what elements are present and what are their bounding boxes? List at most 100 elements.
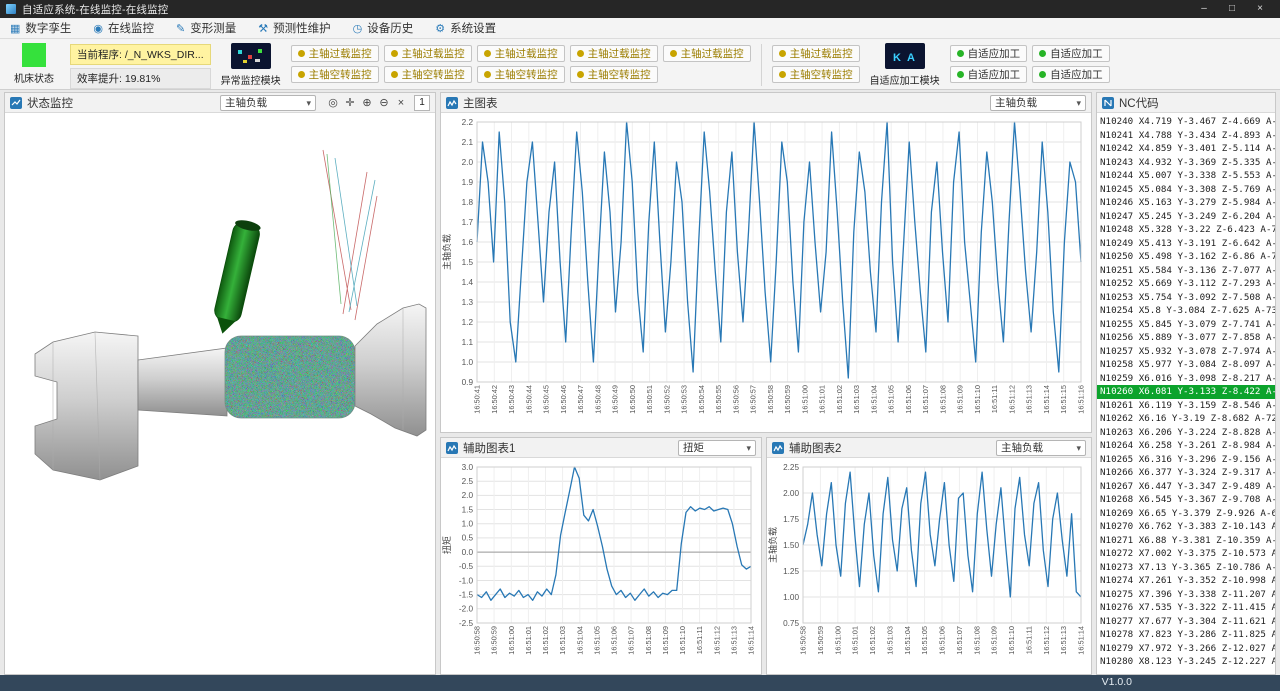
spindle-idle-monitor-button[interactable]: 主轴空转监控 [477,66,565,83]
spindle-idle-monitor-button[interactable]: 主轴空转监控 [291,66,379,83]
maximize-button[interactable]: □ [1218,0,1246,18]
main-chart-signal-selector[interactable]: 主轴负载 [990,95,1086,111]
nc-line[interactable]: N10270 X6.762 Y-3.383 Z-10.143 A-69.36 [1097,520,1275,534]
menu-item-digital-twin[interactable]: ▦数字孪生 [10,20,71,36]
nc-line[interactable]: N10263 X6.206 Y-3.224 Z-8.828 A-72.33 C [1097,426,1275,440]
nc-line[interactable]: N10262 X6.16 Y-3.19 Z-8.682 A-72.56 [1097,412,1275,426]
crosshair-icon[interactable]: ✛ [342,95,358,111]
nc-line[interactable]: N10254 X5.8 Y-3.084 Z-7.625 A-73.571 C [1097,304,1275,318]
adaptive-machining-button[interactable]: 自适应加工 [1032,66,1110,83]
menu-item-deformation-measurement[interactable]: ✎变形测量 [176,20,236,36]
nc-panel-icon [1102,97,1114,109]
spindle-overload-monitor-button[interactable]: 主轴过载监控 [772,45,860,62]
nc-line[interactable]: N10265 X6.316 Y-3.296 Z-9.156 A-71.771 [1097,453,1275,467]
nc-line[interactable]: N10261 X6.119 Y-3.159 Z-8.546 A-72.701 [1097,399,1275,413]
nc-line[interactable]: N10253 X5.754 Y-3.092 Z-7.508 A-73.677 [1097,291,1275,305]
aux-chart2: 0.751.001.251.501.752.002.2516:50:5816:5… [767,459,1089,673]
spindle-overload-monitor-button[interactable]: 主轴过载监控 [291,45,379,62]
minimize-button[interactable]: – [1190,0,1218,18]
nc-line[interactable]: N10242 X4.859 Y-3.401 Z-5.114 A-75.775 [1097,142,1275,156]
nc-line[interactable]: N10244 X5.007 Y-3.338 Z-5.553 A-75.297 [1097,169,1275,183]
svg-text:1.5: 1.5 [462,258,474,267]
aux-chart1-signal-selector[interactable]: 扭矩 [678,440,756,456]
nc-line-current[interactable]: N10260 X6.081 Y-3.133 Z-8.422 A-72.835 [1097,385,1275,399]
close-button[interactable]: × [1246,0,1274,18]
svg-text:0.5: 0.5 [462,534,474,543]
nc-line[interactable]: N10280 X8.123 Y-3.245 Z-12.227 A-62.23 [1097,655,1275,669]
menu-item-device-history[interactable]: ◷设备历史 [353,20,414,36]
nc-line[interactable]: N10267 X6.447 Y-3.347 Z-9.489 A-71.055 [1097,480,1275,494]
zoom-in-icon[interactable]: ⊕ [359,95,375,111]
svg-text:1.75: 1.75 [783,515,799,524]
svg-text:1.5: 1.5 [462,505,474,514]
nc-line[interactable]: N10251 X5.584 Y-3.136 Z-7.077 A-74.012 [1097,264,1275,278]
machine-status-label: 机床状态 [14,70,54,85]
toolbar: 机床状态 当前程序: /_N_WKS_DIR... 效率提升: 19.81% 异… [0,39,1280,90]
nc-line[interactable]: N10274 X7.261 Y-3.352 Z-10.998 A-66.67 [1097,574,1275,588]
svg-text:0.0: 0.0 [462,548,474,557]
svg-text:16:51:05: 16:51:05 [920,626,929,655]
nc-line[interactable]: N10250 X5.498 Y-3.162 Z-6.86 A-74.178 C [1097,250,1275,264]
nc-line[interactable]: N10271 X6.88 Y-3.381 Z-10.359 A-68.711 [1097,534,1275,548]
spindle-idle-monitor-button[interactable]: 主轴空转监控 [570,66,658,83]
chevron-down-icon [1070,442,1081,454]
nc-line[interactable]: N10247 X5.245 Y-3.249 Z-6.204 A-74.701 [1097,210,1275,224]
nc-line[interactable]: N10257 X5.932 Y-3.078 Z-7.974 A-73.243 [1097,345,1275,359]
clear-icon[interactable]: × [393,95,409,111]
online-monitoring-icon: ◉ [93,22,103,35]
nc-line[interactable]: N10246 X5.163 Y-3.279 Z-5.984 A-74.892 [1097,196,1275,210]
svg-text:16:50:59: 16:50:59 [490,626,499,655]
menu-item-predictive-maintenance[interactable]: ⚒预测性维护 [258,20,330,36]
nc-line[interactable]: N10273 X7.13 Y-3.365 Z-10.786 A-67.372 [1097,561,1275,575]
nc-line[interactable]: N10272 X7.002 Y-3.375 Z-10.573 A-68.05 [1097,547,1275,561]
nc-line[interactable]: N10259 X6.016 Y-3.098 Z-8.217 A-73.036 [1097,372,1275,386]
status-signal-selector[interactable]: 主轴负载 [220,95,316,111]
nc-line[interactable]: N10276 X7.535 Y-3.322 Z-11.415 A-65.22 [1097,601,1275,615]
aux-chart1-panel-icon [446,442,458,454]
nc-line[interactable]: N10275 X7.396 Y-3.338 Z-11.207 A-65.95 [1097,588,1275,602]
olive-dot-icon [779,71,786,78]
svg-text:16:50:42: 16:50:42 [490,385,499,414]
nc-line[interactable]: N10243 X4.932 Y-3.369 Z-5.335 A-75.523 [1097,156,1275,170]
nc-line[interactable]: N10269 X6.65 Y-3.379 Z-9.926 A-69.947 C [1097,507,1275,521]
marker-icon[interactable]: ◎ [325,95,341,111]
nc-line[interactable]: N10264 X6.258 Y-3.261 Z-8.984 A-72.072 [1097,439,1275,453]
spindle-overload-monitor-button[interactable]: 主轴过载监控 [384,45,472,62]
3d-model-viewport[interactable] [5,114,433,673]
nc-line[interactable]: N10279 X7.972 Y-3.266 Z-12.027 A-62.98 [1097,642,1275,656]
nc-line[interactable]: N10258 X5.977 Y-3.084 Z-8.097 A-73.138 [1097,358,1275,372]
nc-line[interactable]: N10268 X6.545 Y-3.367 Z-9.708 A-70.579 [1097,493,1275,507]
adaptive-machining-button[interactable]: 自适应加工 [950,45,1028,62]
main-chart-title: 主图表 [463,95,498,111]
nc-line[interactable]: N10245 X5.084 Y-3.308 Z-5.769 A-75.088 [1097,183,1275,197]
svg-text:16:50:58: 16:50:58 [473,626,482,655]
nc-line[interactable]: N10249 X5.413 Y-3.191 Z-6.642 A-74.346 [1097,237,1275,251]
digital-twin-icon: ▦ [10,22,20,35]
nc-line[interactable]: N10248 X5.328 Y-3.22 Z-6.423 A-74.52 C [1097,223,1275,237]
spindle-idle-monitor-button[interactable]: 主轴空转监控 [384,66,472,83]
spindle-overload-monitor-button[interactable]: 主轴过载监控 [477,45,565,62]
nc-line[interactable]: N10255 X5.845 Y-3.079 Z-7.741 A-73.458 [1097,318,1275,332]
nc-line[interactable]: N10256 X5.889 Y-3.077 Z-7.858 A-73.348 [1097,331,1275,345]
menu-item-system-settings[interactable]: ⚙系统设置 [435,20,496,36]
svg-text:16:51:13: 16:51:13 [1059,626,1068,655]
svg-text:16:50:59: 16:50:59 [783,385,792,414]
aux-chart2-signal-selector[interactable]: 主轴负载 [996,440,1086,456]
spindle-overload-monitor-button[interactable]: 主轴过载监控 [570,45,658,62]
svg-text:1.1: 1.1 [462,338,474,347]
nc-line[interactable]: N10266 X6.377 Y-3.324 Z-9.317 A-71.443 [1097,466,1275,480]
nc-line[interactable]: N10278 X7.823 Y-3.286 Z-11.825 A-63.73 [1097,628,1275,642]
spindle-idle-monitor-button[interactable]: 主轴空转监控 [772,66,860,83]
menu-item-online-monitoring[interactable]: ◉在线监控 [93,20,154,36]
nc-line[interactable]: N10252 X5.669 Y-3.112 Z-7.293 A-73.844 [1097,277,1275,291]
svg-text:16:51:12: 16:51:12 [1042,626,1051,655]
zoom-out-icon[interactable]: ⊖ [376,95,392,111]
viewport-page-indicator[interactable]: 1 [414,95,430,111]
adaptive-machining-button[interactable]: 自适应加工 [1032,45,1110,62]
svg-text:1.7: 1.7 [462,218,474,227]
nc-line[interactable]: N10240 X4.719 Y-3.467 Z-4.669 A-76.396 [1097,115,1275,129]
nc-line[interactable]: N10241 X4.788 Y-3.434 Z-4.893 A-76.062 [1097,129,1275,143]
adaptive-machining-button[interactable]: 自适应加工 [950,66,1028,83]
spindle-overload-monitor-button[interactable]: 主轴过载监控 [663,45,751,62]
nc-line[interactable]: N10277 X7.677 Y-3.304 Z-11.621 A-64.48 [1097,615,1275,629]
